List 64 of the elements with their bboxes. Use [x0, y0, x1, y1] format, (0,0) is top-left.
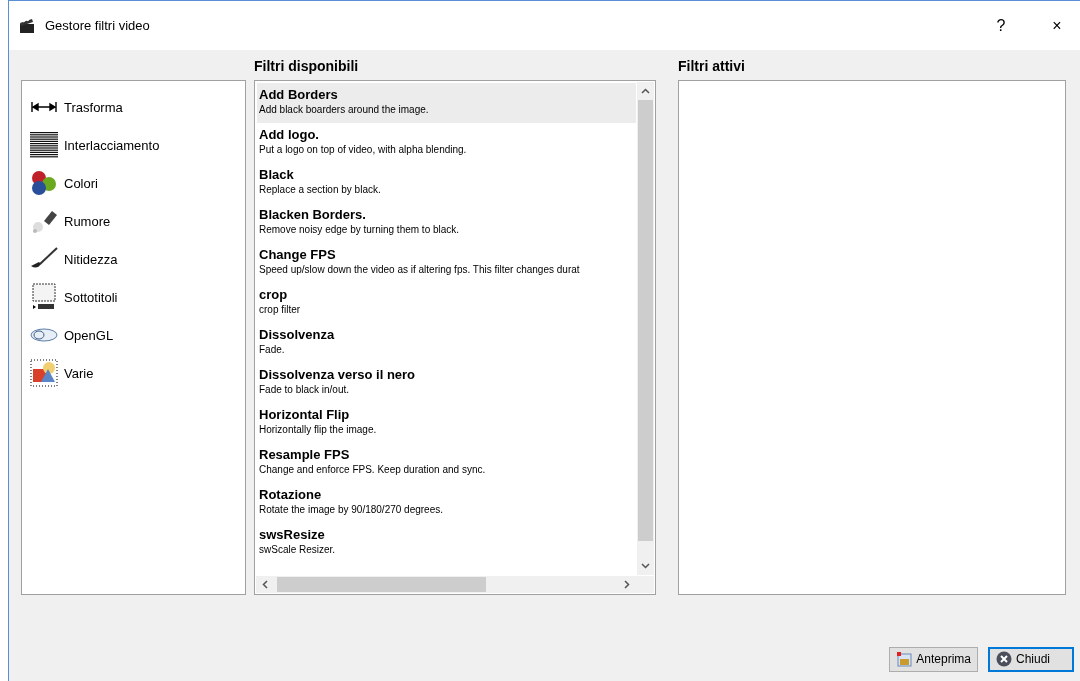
category-item[interactable]: Nitidezza: [64, 251, 118, 267]
help-button[interactable]: ?: [978, 1, 1024, 50]
filter-description: Horizontally flip the image.: [259, 423, 378, 437]
filter-item[interactable]: Horizontal Flip Horizontally flip the image.: [257, 403, 636, 443]
category-item[interactable]: Varie: [64, 365, 94, 381]
image-preview-icon: [896, 651, 913, 667]
filter-name: Change FPS: [259, 246, 337, 263]
filter-name: Horizontal Flip: [259, 406, 351, 423]
filter-description: Replace a section by black.: [259, 183, 382, 197]
filter-name: Rotazione: [259, 486, 323, 503]
filter-name: Dissolvenza verso il nero: [259, 366, 417, 383]
filter-item[interactable]: Dissolvenza verso il nero Fade to black in/out.: [257, 363, 636, 403]
filter-name: Blacken Borders.: [259, 206, 367, 223]
close-circle-icon: [996, 651, 1012, 667]
category-item[interactable]: Sottotitoli: [64, 289, 118, 305]
category-item[interactable]: Rumore: [64, 213, 111, 229]
subtitle-frame-icon: [31, 283, 57, 311]
filter-description: Add black boarders around the image.: [259, 103, 430, 117]
clapperboard-icon: [19, 17, 35, 34]
filter-name: Add logo.: [259, 126, 320, 143]
filter-description: Fade.: [259, 343, 286, 357]
opengl-logo-icon: [30, 328, 58, 342]
vertical-scrollbar[interactable]: [637, 82, 654, 575]
filter-item[interactable]: Dissolvenza Fade.: [257, 323, 636, 363]
filter-name: crop: [259, 286, 289, 303]
category-item[interactable]: Interlacciamento: [64, 137, 160, 153]
filter-item[interactable]: Add Borders Add black boarders around the image.: [257, 83, 636, 123]
scroll-thumb[interactable]: [638, 100, 653, 541]
filter-description: Change and enforce FPS. Keep duration and sync.: [259, 463, 487, 477]
filter-description: crop filter: [259, 303, 302, 317]
filter-item[interactable]: Change FPS Speed up/slow down the video as if altering fps. This filter changes durat: [257, 243, 636, 283]
filter-item[interactable]: crop crop filter: [257, 283, 636, 323]
category-item[interactable]: Colori: [64, 175, 98, 191]
preview-button[interactable]: Anteprima: [889, 646, 978, 672]
filter-description: Speed up/slow down the video as if altering fps. This filter changes durat: [259, 263, 581, 277]
filter-name: Add Borders: [259, 86, 339, 103]
filter-item[interactable]: Blacken Borders. Remove noisy edge by turning them to black.: [257, 203, 636, 243]
shapes-icon: [30, 359, 58, 387]
filter-item[interactable]: Resample FPS Change and enforce FPS. Keep duration and sync.: [257, 443, 636, 483]
category-item[interactable]: OpenGL: [64, 327, 114, 343]
panel-heading: Filtri attivi: [678, 57, 746, 74]
scroll-thumb[interactable]: [277, 577, 486, 592]
filter-description: Rotate the image by 90/180/270 degrees.: [259, 503, 445, 517]
close-button[interactable]: ×: [1034, 1, 1080, 50]
filter-description: Remove noisy edge by turning them to black.: [259, 223, 461, 237]
filter-item[interactable]: swsResize swScale Resizer.: [257, 523, 636, 563]
filter-item[interactable]: Black Replace a section by black.: [257, 163, 636, 203]
category-item[interactable]: Trasforma: [64, 99, 123, 115]
color-balls-icon: [30, 170, 58, 196]
filter-name: Resample FPS: [259, 446, 351, 463]
horizontal-lines-icon: [30, 132, 58, 158]
close-dialog-button[interactable]: Chiudi: [988, 646, 1074, 672]
filter-item[interactable]: Rotazione Rotate the image by 90/180/270 degrees.: [257, 483, 636, 523]
filter-description: Put a logo on top of video, with alpha blending.: [259, 143, 468, 157]
filter-name: swsResize: [259, 526, 326, 543]
panel-heading: Filtri disponibili: [254, 57, 360, 74]
horizontal-scrollbar[interactable]: [256, 576, 654, 593]
filter-description: Fade to black in/out.: [259, 383, 351, 397]
filter-name: Black: [259, 166, 295, 183]
filter-description: swScale Resizer.: [259, 543, 337, 557]
filter-name: Dissolvenza: [259, 326, 336, 343]
filter-item[interactable]: Add logo. Put a logo on top of video, with alpha blending.: [257, 123, 636, 163]
arrow-width-icon: [31, 102, 57, 112]
window-title: Gestore filtri video: [45, 18, 151, 33]
